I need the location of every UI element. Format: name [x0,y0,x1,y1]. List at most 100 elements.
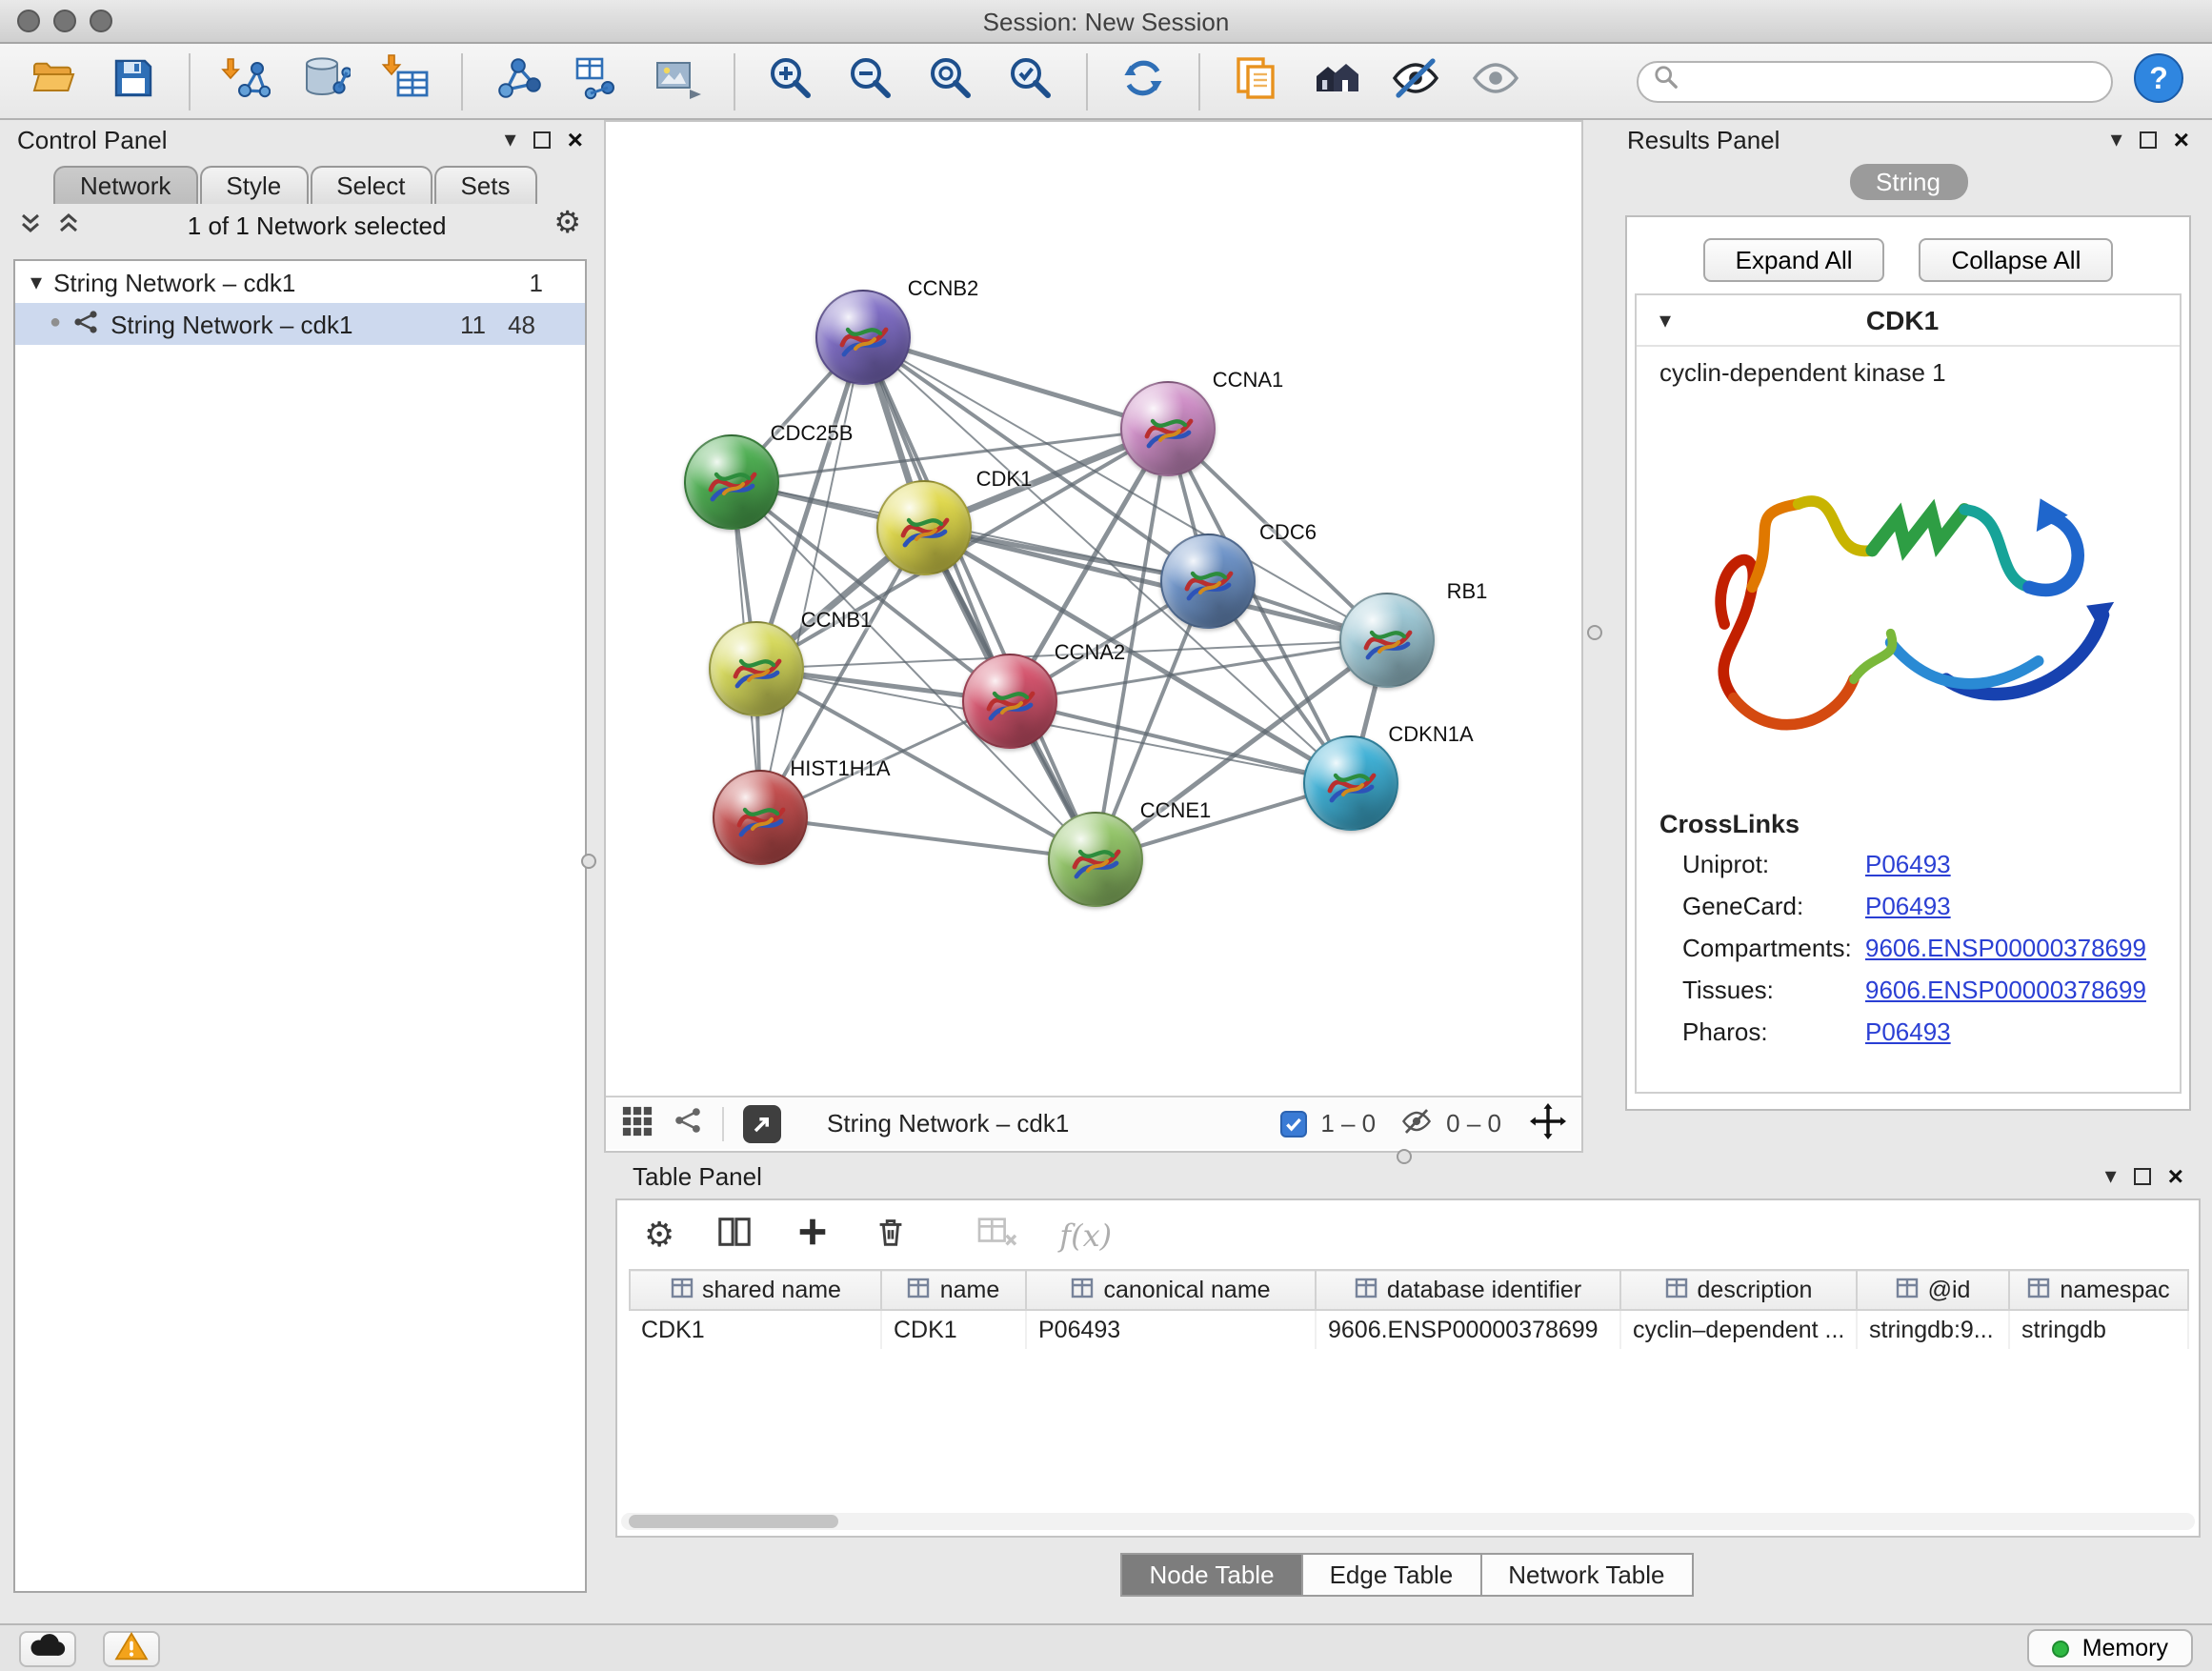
cell-database-identifier[interactable]: 9606.ENSP00000378699 [1316,1310,1620,1349]
copy-documents-button[interactable] [1221,49,1290,113]
delete-column-button[interactable] [873,1214,909,1256]
tab-network-table[interactable]: Network Table [1479,1553,1693,1597]
tissues-link[interactable]: 9606.ENSP00000378699 [1865,976,2146,1004]
show-button[interactable] [1461,49,1530,113]
panel-maximize-icon[interactable] [533,131,551,148]
tab-select[interactable]: Select [310,166,432,204]
zoom-in-button[interactable] [756,49,825,113]
column-header-shared-name[interactable]: shared name [630,1270,881,1310]
network-node-ccna2[interactable] [962,654,1057,749]
network-from-table-button[interactable] [564,49,633,113]
cell-name[interactable]: CDK1 [881,1310,1026,1349]
section-collapse-caret-icon[interactable]: ▾ [1659,309,1671,332]
scrollbar-thumb[interactable] [629,1515,838,1528]
network-node-ccna1[interactable] [1120,381,1216,476]
column-header-namespace[interactable]: namespac [2009,1270,2188,1310]
tab-node-table[interactable]: Node Table [1120,1553,1302,1597]
column-header-description[interactable]: description [1620,1270,1857,1310]
delete-table-icon [977,1214,1017,1256]
tab-style[interactable]: Style [199,166,308,204]
results-splitter-handle[interactable] [1587,625,1602,640]
warnings-button[interactable] [103,1630,160,1666]
network-collection-row[interactable]: ▾ String Network – cdk1 1 [15,261,585,303]
hidden-eye-slash-icon[interactable] [1400,1104,1433,1142]
panel-maximize-icon[interactable] [2134,1167,2151,1184]
tree-expand-caret-icon[interactable]: ▾ [30,271,42,293]
network-node-ccne1[interactable] [1048,812,1143,907]
zoom-selected-button[interactable] [996,49,1065,113]
zoom-out-button[interactable] [836,49,905,113]
share-network-icon[interactable] [673,1105,703,1141]
refresh-view-button[interactable] [1109,49,1177,113]
table-row[interactable]: CDK1 CDK1 P06493 9606.ENSP00000378699 cy… [630,1310,2188,1349]
cell-shared-name[interactable]: CDK1 [630,1310,881,1349]
panel-close-icon[interactable]: × [2174,126,2189,152]
cybrowser-button[interactable] [1301,49,1370,113]
compartments-link[interactable]: 9606.ENSP00000378699 [1865,934,2146,962]
genecard-link[interactable]: P06493 [1865,892,1951,920]
function-builder-button[interactable]: f(x) [1059,1217,1112,1253]
network-options-gear-icon[interactable]: ⚙ [553,210,581,240]
panel-collapse-icon[interactable]: ▾ [2105,1164,2117,1187]
network-node-cdc25b[interactable] [684,434,779,530]
table-splitter-handle[interactable] [1397,1149,1412,1164]
vertical-splitter-handle[interactable] [581,854,596,869]
open-in-new-button[interactable] [743,1104,781,1142]
column-header-name[interactable]: name [881,1270,1026,1310]
cell-description[interactable]: cyclin–dependent ... [1620,1310,1857,1349]
database-icon [301,53,351,109]
tab-string[interactable]: String [1849,164,1967,200]
import-table-button[interactable] [372,49,440,113]
network-node-rb1[interactable] [1339,593,1435,688]
network-node-ccnb1[interactable] [709,621,804,716]
string-network-icon [72,308,99,340]
panel-collapse-icon[interactable]: ▾ [505,128,516,151]
add-column-button[interactable] [794,1214,831,1256]
search-input[interactable] [1688,66,2096,96]
zoom-fit-button[interactable] [916,49,985,113]
cell-canonical-name[interactable]: P06493 [1026,1310,1316,1349]
network-node-ccnb2[interactable] [815,290,911,385]
column-header-id[interactable]: @id [1857,1270,2009,1310]
horizontal-scrollbar[interactable] [621,1513,2195,1530]
show-columns-button[interactable] [716,1214,753,1256]
column-header-database-identifier[interactable]: database identifier [1316,1270,1620,1310]
open-session-button[interactable] [19,49,88,113]
network-node-cdk1[interactable] [876,480,972,575]
selected-checkbox-icon[interactable] [1280,1110,1307,1137]
import-network-database-button[interactable] [292,49,360,113]
network-canvas[interactable]: CCNB2CCNA1CDC25BCDK1CDC6RB1CCNB1CCNA2CDK… [606,122,1581,1096]
table-options-button[interactable]: ⚙ [644,1218,674,1252]
cloud-status-button[interactable] [19,1630,76,1666]
memory-button[interactable]: Memory [2027,1629,2193,1667]
panel-close-icon[interactable]: × [568,126,583,152]
network-node-cdc6[interactable] [1160,534,1256,629]
uniprot-link[interactable]: P06493 [1865,850,1951,878]
network-row-selected[interactable]: ● String Network – cdk1 11 48 [15,303,585,345]
tab-edge-table[interactable]: Edge Table [1301,1553,1482,1597]
expand-all-networks-icon[interactable] [57,211,80,239]
network-node-hist1h1a[interactable] [713,770,808,865]
save-session-button[interactable] [99,49,168,113]
cell-id[interactable]: stringdb:9... [1857,1310,2009,1349]
panel-close-icon[interactable]: × [2168,1162,2183,1189]
expand-all-button[interactable]: Expand All [1703,238,1885,282]
new-network-button[interactable] [484,49,553,113]
network-node-cdkn1a[interactable] [1303,735,1398,831]
tab-network[interactable]: Network [53,166,197,204]
export-image-button[interactable] [644,49,713,113]
collapse-all-button[interactable]: Collapse All [1920,238,2114,282]
move-crosshair-icon[interactable] [1530,1102,1566,1144]
tab-sets[interactable]: Sets [433,166,536,204]
birdseye-grid-icon[interactable] [621,1104,654,1142]
column-header-canonical-name[interactable]: canonical name [1026,1270,1316,1310]
help-button[interactable]: ? [2124,49,2193,113]
panel-maximize-icon[interactable] [2140,131,2157,148]
panel-collapse-icon[interactable]: ▾ [2111,128,2122,151]
collapse-all-networks-icon[interactable] [19,211,42,239]
pharos-link[interactable]: P06493 [1865,1017,1951,1046]
cell-namespace[interactable]: stringdb [2009,1310,2188,1349]
import-network-file-button[interactable] [211,49,280,113]
hide-unhide-button[interactable] [1381,49,1450,113]
delete-table-button[interactable] [977,1214,1017,1256]
